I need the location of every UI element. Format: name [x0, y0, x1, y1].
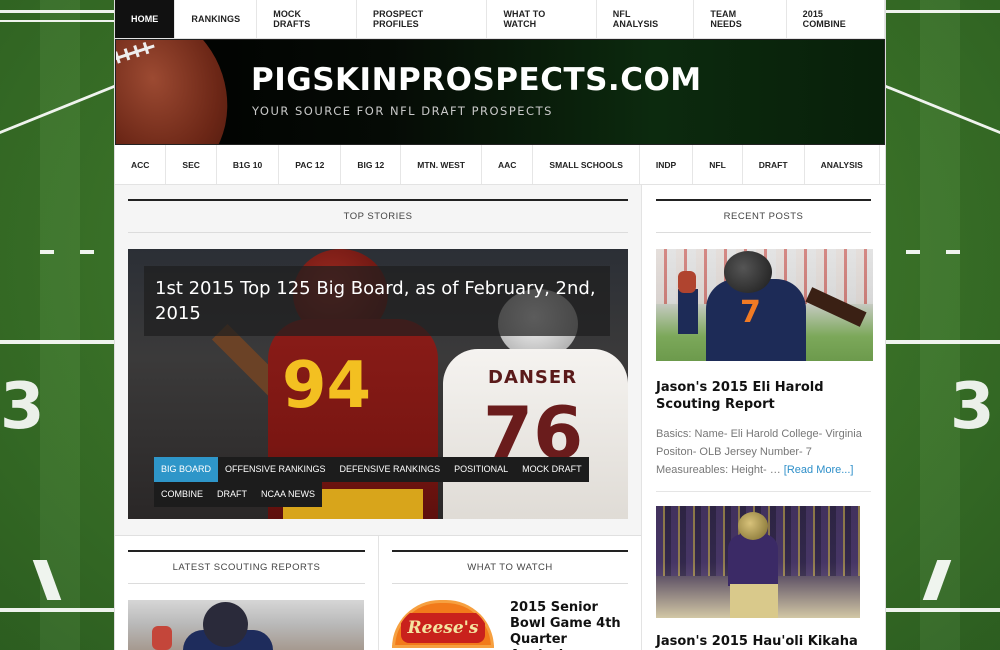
player-helmet: [724, 251, 772, 293]
cat-mtn-west[interactable]: MTN. WEST: [401, 145, 482, 184]
nav-mock-drafts[interactable]: MOCK DRAFTS: [257, 0, 357, 38]
jersey-number-red: 94: [282, 349, 372, 423]
section-heading: RECENT POSTS: [656, 199, 871, 233]
recent-post-title[interactable]: Jason's 2015 Eli Harold Scouting Report: [656, 379, 871, 413]
recent-post-image[interactable]: [656, 506, 860, 618]
site-tagline: YOUR SOURCE FOR NFL DRAFT PROSPECTS: [252, 104, 553, 118]
tag-offensive-rankings[interactable]: OFFENSIVE RANKINGS: [218, 457, 333, 482]
cat-nfl[interactable]: NFL: [693, 145, 743, 184]
story-tags: BIG BOARD OFFENSIVE RANKINGS DEFENSIVE R…: [154, 457, 594, 507]
site-header-banner[interactable]: PIGSKINPROSPECTS.COM YOUR SOURCE FOR NFL…: [115, 39, 885, 145]
what-to-watch-section: WHAT TO WATCH Reese's 2015 Senior Bowl G…: [378, 536, 641, 650]
jersey-number: 7: [740, 295, 761, 330]
cat-small-schools[interactable]: SMALL SCHOOLS: [533, 145, 640, 184]
tag-combine[interactable]: COMBINE: [154, 482, 211, 507]
main-content: TOP STORIES 94 DANSER 76 1st 2015 Top 12…: [115, 185, 642, 650]
top-stories-section: TOP STORIES 94 DANSER 76 1st 2015 Top 12…: [115, 185, 641, 519]
tag-defensive-rankings[interactable]: DEFENSIVE RANKINGS: [332, 457, 448, 482]
sidebar: RECENT POSTS 7 Jason's 2015 Eli Harold S…: [642, 185, 885, 650]
player-helmet: [203, 602, 248, 647]
featured-story[interactable]: 94 DANSER 76 1st 2015 Top 125 Big Board,…: [128, 249, 628, 519]
section-heading: LATEST SCOUTING REPORTS: [128, 550, 365, 584]
nav-2015-combine[interactable]: 2015 COMBINE: [787, 0, 886, 38]
recent-post-excerpt: Basics: Name- Eli Harold College- Virgin…: [656, 425, 871, 479]
site-title[interactable]: PIGSKINPROSPECTS.COM: [251, 62, 702, 98]
section-heading: WHAT TO WATCH: [392, 550, 628, 584]
reeses-logo-text: Reese's: [401, 613, 485, 643]
cat-big-12[interactable]: BIG 12: [341, 145, 402, 184]
tag-big-board[interactable]: BIG BOARD: [154, 457, 219, 482]
nav-rankings[interactable]: RANKINGS: [175, 0, 258, 38]
player-fist: [152, 626, 172, 650]
category-navigation: ACC SEC B1G 10 PAC 12 BIG 12 MTN. WEST A…: [115, 145, 885, 185]
tag-mock-draft[interactable]: MOCK DRAFT: [515, 457, 589, 482]
nav-what-to-watch[interactable]: WHAT TO WATCH: [487, 0, 597, 38]
featured-story-title[interactable]: 1st 2015 Top 125 Big Board, as of Februa…: [144, 266, 610, 336]
cat-draft[interactable]: DRAFT: [743, 145, 805, 184]
football-icon: [116, 40, 250, 144]
nav-team-needs[interactable]: TEAM NEEDS: [694, 0, 787, 38]
nav-home[interactable]: HOME: [115, 0, 176, 38]
nav-nfl-analysis[interactable]: NFL ANALYSIS: [597, 0, 695, 38]
player-helmet: [738, 512, 768, 540]
player-body: [728, 534, 778, 586]
scouting-report-thumbnail[interactable]: [128, 600, 364, 650]
cat-indp[interactable]: INDP: [640, 145, 694, 184]
cat-acc[interactable]: ACC: [115, 145, 167, 184]
cat-pac-12[interactable]: PAC 12: [279, 145, 342, 184]
cat-sec[interactable]: SEC: [166, 145, 217, 184]
section-heading: TOP STORIES: [128, 199, 628, 233]
tag-ncaa-news[interactable]: NCAA NEWS: [254, 482, 323, 507]
cat-b1g-10[interactable]: B1G 10: [217, 145, 280, 184]
recent-post-image[interactable]: 7: [656, 249, 873, 361]
what-to-watch-title[interactable]: 2015 Senior Bowl Game 4th Quarter Analys…: [510, 600, 628, 650]
tag-positional[interactable]: POSITIONAL: [447, 457, 516, 482]
cat-aac[interactable]: AAC: [482, 145, 534, 184]
divider: [656, 491, 871, 492]
cat-analysis[interactable]: ANALYSIS: [805, 145, 880, 184]
player-pants: [730, 584, 778, 618]
player-arm: [678, 289, 698, 334]
read-more-link[interactable]: [Read More...]: [784, 464, 854, 476]
recent-post-title[interactable]: Jason's 2015 Hau'oli Kikaha: [656, 634, 871, 649]
reeses-logo[interactable]: Reese's: [392, 600, 494, 648]
nav-prospect-profiles[interactable]: PROSPECT PROFILES: [357, 0, 488, 38]
tag-draft[interactable]: DRAFT: [210, 482, 255, 507]
player-fist: [678, 271, 696, 293]
page-container: HOME RANKINGS MOCK DRAFTS PROSPECT PROFI…: [114, 0, 886, 650]
top-navigation: HOME RANKINGS MOCK DRAFTS PROSPECT PROFI…: [115, 0, 886, 39]
latest-scouting-reports-section: LATEST SCOUTING REPORTS: [115, 536, 378, 650]
jersey-name-white: DANSER: [488, 367, 578, 388]
